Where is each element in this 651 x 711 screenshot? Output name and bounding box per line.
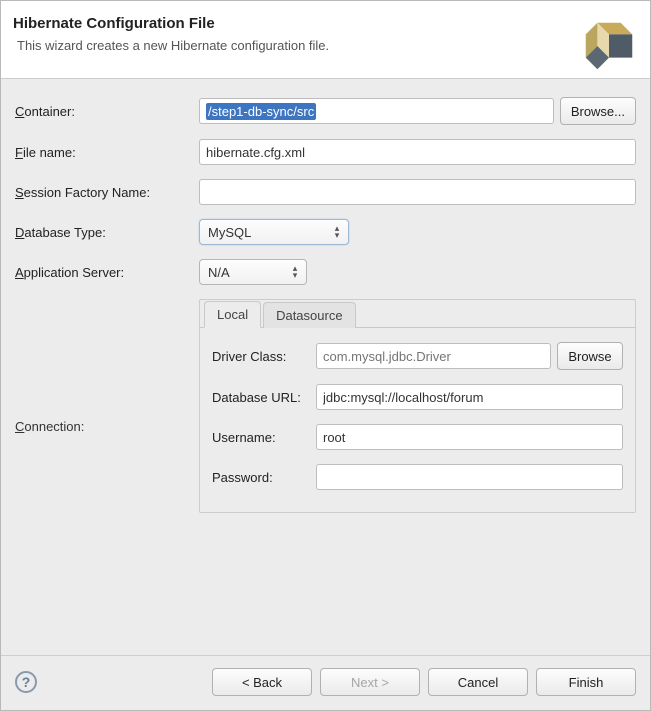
connection-tabs-frame: Local Datasource Driver Class: Browse Da… (199, 299, 636, 513)
stepper-icon: ▴▾ (330, 225, 344, 239)
wizard-footer: ? < Back Next > Cancel Finish (1, 655, 650, 710)
wizard-banner: Hibernate Configuration File This wizard… (1, 1, 650, 79)
page-subtitle: This wizard creates a new Hibernate conf… (17, 38, 638, 53)
tab-datasource[interactable]: Datasource (263, 302, 355, 328)
wizard-window: Hibernate Configuration File This wizard… (0, 0, 651, 711)
tab-local[interactable]: Local (204, 301, 261, 328)
database-type-value: MySQL (208, 225, 324, 240)
container-field[interactable]: /step1-db-sync/src (199, 98, 554, 124)
driver-class-field[interactable] (316, 343, 551, 369)
filename-label: File name: (15, 145, 199, 160)
container-label: Container: (15, 104, 199, 119)
connection-label: Connection: (15, 299, 199, 434)
app-server-value: N/A (208, 265, 282, 280)
tab-strip: Local Datasource (200, 300, 635, 328)
help-icon[interactable]: ? (15, 671, 37, 693)
finish-button[interactable]: Finish (536, 668, 636, 696)
browse-driver-button[interactable]: Browse (557, 342, 623, 370)
driver-class-label: Driver Class: (212, 349, 316, 364)
browse-container-button[interactable]: Browse... (560, 97, 636, 125)
container-value: /step1-db-sync/src (206, 103, 316, 120)
cancel-button[interactable]: Cancel (428, 668, 528, 696)
database-type-label: Database Type: (15, 225, 199, 240)
session-factory-field[interactable] (199, 179, 636, 205)
back-button[interactable]: < Back (212, 668, 312, 696)
password-label: Password: (212, 470, 316, 485)
database-type-select[interactable]: MySQL ▴▾ (199, 219, 349, 245)
stepper-icon: ▴▾ (288, 265, 302, 279)
app-server-select[interactable]: N/A ▴▾ (199, 259, 307, 285)
username-label: Username: (212, 430, 316, 445)
database-url-label: Database URL: (212, 390, 316, 405)
tab-body-local: Driver Class: Browse Database URL: Usern… (200, 327, 635, 512)
app-server-label: Application Server: (15, 265, 199, 280)
database-url-field[interactable] (316, 384, 623, 410)
filename-field[interactable] (199, 139, 636, 165)
password-field[interactable] (316, 464, 623, 490)
session-factory-label: Session Factory Name: (15, 185, 199, 200)
form-area: Container: /step1-db-sync/src Browse... … (1, 79, 650, 655)
hibernate-icon (578, 13, 640, 75)
next-button[interactable]: Next > (320, 668, 420, 696)
page-title: Hibernate Configuration File (13, 15, 638, 32)
username-field[interactable] (316, 424, 623, 450)
